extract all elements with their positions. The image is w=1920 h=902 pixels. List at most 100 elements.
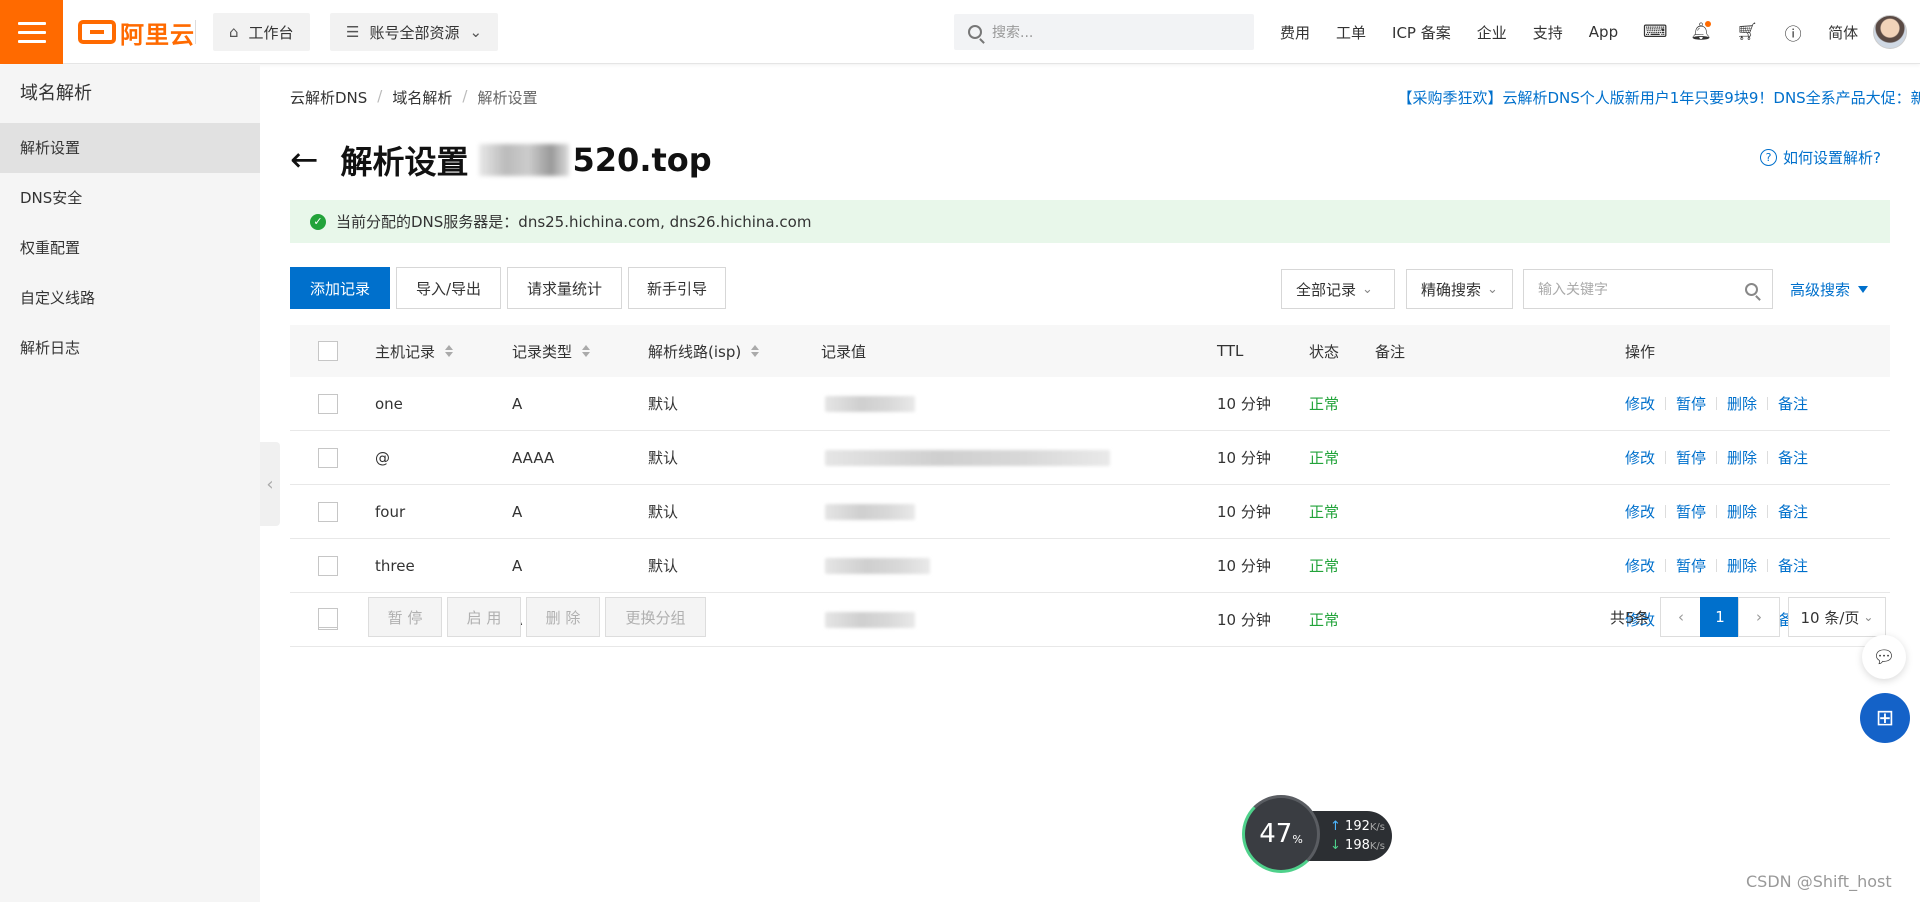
delete-link[interactable]: 删除 <box>1727 501 1757 522</box>
edit-link[interactable]: 修改 <box>1625 555 1655 576</box>
nav-link-tickets[interactable]: 工单 <box>1336 22 1366 43</box>
cell-line: 默认 <box>648 395 679 413</box>
bulk-pause-button[interactable]: 暂 停 <box>368 597 442 637</box>
edit-link[interactable]: 修改 <box>1625 447 1655 468</box>
workbench-button[interactable]: ⌂ 工作台 <box>213 13 310 51</box>
select-all-checkbox[interactable] <box>318 341 338 361</box>
sidebar-collapse-button[interactable]: ‹ <box>260 442 280 526</box>
redacted-value <box>825 395 915 412</box>
back-arrow-icon[interactable]: ← <box>290 143 319 177</box>
nav-link-app[interactable]: App <box>1589 23 1618 41</box>
search-mode-value: 精确搜索 <box>1421 280 1482 299</box>
cell-line: 默认 <box>648 449 679 467</box>
cart-icon[interactable]: 🛒︎ <box>1736 21 1758 43</box>
edit-link[interactable]: 修改 <box>1625 393 1655 414</box>
delete-link[interactable]: 删除 <box>1727 447 1757 468</box>
row-checkbox[interactable] <box>318 393 338 414</box>
breadcrumb-item-cloud-dns[interactable]: 云解析DNS <box>290 87 367 108</box>
nav-link-enterprise[interactable]: 企业 <box>1477 22 1507 43</box>
request-stats-button[interactable]: 请求量统计 <box>507 267 622 309</box>
network-speed-widget[interactable]: 47% ↑ 192K/s ↓ 198K/s <box>1242 795 1392 875</box>
divider <box>1716 397 1718 410</box>
breadcrumb-item-current: 解析设置 <box>477 89 538 107</box>
advanced-search-toggle[interactable]: 高级搜索 <box>1790 279 1869 300</box>
record-filter-select[interactable]: 全部记录 ⌄ <box>1281 269 1395 309</box>
bulk-delete-button[interactable]: 删 除 <box>526 597 600 637</box>
sidebar-item-weight-config[interactable]: 权重配置 <box>0 223 260 273</box>
home-icon: ⌂ <box>229 23 239 41</box>
remark-link[interactable]: 备注 <box>1778 393 1808 414</box>
aliyun-logo[interactable]: 阿里云 <box>78 16 195 49</box>
cell-host: three <box>375 556 415 575</box>
nav-link-icp[interactable]: ICP 备案 <box>1392 22 1451 43</box>
cell-value-redacted <box>825 431 1110 484</box>
chat-bubble-icon: 💬︎ <box>1872 646 1896 668</box>
pagination-page-current[interactable]: 1 <box>1700 597 1740 637</box>
cell-line: 默认 <box>648 503 679 521</box>
search-placeholder: 搜索... <box>992 25 1034 41</box>
resources-dropdown[interactable]: ☰ 账号全部资源 ⌄ <box>330 13 499 51</box>
header-type[interactable]: 记录类型 <box>512 325 591 377</box>
bell-icon[interactable]: 🔔︎ <box>1690 21 1712 43</box>
row-checkbox[interactable] <box>318 447 338 468</box>
hamburger-menu-button[interactable] <box>0 0 63 64</box>
promo-banner-link[interactable]: 【采购季狂欢】云解析DNS个人版新用户1年只要9块9！DNS全系产品大促：新..… <box>1350 87 1920 108</box>
global-search-input[interactable]: 搜索... <box>954 14 1254 50</box>
pagination-total: 共5条 <box>1610 609 1650 627</box>
page-size-select[interactable]: 10 条/页 ⌄ <box>1788 597 1886 637</box>
sidebar-item-custom-lines[interactable]: 自定义线路 <box>0 273 260 323</box>
bulk-enable-button[interactable]: 启 用 <box>447 597 521 637</box>
terminal-icon[interactable]: ⌨ <box>1643 21 1668 43</box>
nav-link-fees[interactable]: 费用 <box>1280 22 1310 43</box>
search-mode-select[interactable]: 精确搜索 ⌄ <box>1406 269 1513 309</box>
delete-link[interactable]: 删除 <box>1727 393 1757 414</box>
sidebar-item-dns-logs[interactable]: 解析日志 <box>0 323 260 373</box>
pause-link[interactable]: 暂停 <box>1676 555 1706 576</box>
remark-link[interactable]: 备注 <box>1778 447 1808 468</box>
chevron-left-icon: ‹ <box>266 473 274 495</box>
resources-label: 账号全部资源 <box>369 23 460 42</box>
pause-link[interactable]: 暂停 <box>1676 393 1706 414</box>
pause-link[interactable]: 暂停 <box>1676 501 1706 522</box>
chevron-left-icon: ‹ <box>1678 608 1684 626</box>
table-footer: 暂 停 启 用 删 除 更换分组 共5条 ‹ 1 › 10 条/页 ⌄ <box>290 595 1890 640</box>
user-avatar[interactable] <box>1873 15 1907 49</box>
cell-status: 正常 <box>1309 449 1340 467</box>
sidebar: 域名解析 解析设置 DNS安全 权重配置 自定义线路 解析日志 <box>0 65 260 902</box>
keyword-search-input[interactable]: 输入关键字 <box>1523 269 1773 309</box>
cell-ops: 修改暂停删除备注 <box>1625 431 1808 484</box>
dns-server-banner: ✓ 当前分配的DNS服务器是：dns25.hichina.com, dns26.… <box>290 200 1890 243</box>
pagination-prev-button[interactable]: ‹ <box>1660 597 1702 637</box>
search-icon[interactable] <box>1745 282 1758 296</box>
help-how-to-link[interactable]: ? 如何设置解析? <box>1760 147 1881 168</box>
import-export-button[interactable]: 导入/导出 <box>396 267 501 309</box>
breadcrumb-item-domain-dns[interactable]: 域名解析 <box>392 87 452 108</box>
divider <box>1665 451 1667 464</box>
apps-float-button[interactable]: ⊞ <box>1860 693 1910 743</box>
sidebar-item-dns-security[interactable]: DNS安全 <box>0 173 260 223</box>
delete-link[interactable]: 删除 <box>1727 555 1757 576</box>
cell-ttl: 10 分钟 <box>1217 395 1271 413</box>
pause-link[interactable]: 暂停 <box>1676 447 1706 468</box>
edit-link[interactable]: 修改 <box>1625 501 1655 522</box>
footer-select-all-checkbox[interactable] <box>318 608 338 628</box>
chat-feedback-button[interactable]: 💬︎ <box>1862 635 1906 679</box>
pagination-next-button[interactable]: › <box>1738 597 1780 637</box>
row-checkbox[interactable] <box>318 501 338 522</box>
header-host[interactable]: 主机记录 <box>375 325 454 377</box>
remark-link[interactable]: 备注 <box>1778 555 1808 576</box>
record-toolbar: 添加记录 导入/导出 请求量统计 新手引导 全部记录 ⌄ 精确搜索 ⌄ 输入关键… <box>290 267 1890 309</box>
remark-link[interactable]: 备注 <box>1778 501 1808 522</box>
nav-link-support[interactable]: 支持 <box>1533 22 1563 43</box>
add-record-button[interactable]: 添加记录 <box>290 267 390 309</box>
language-switch[interactable]: 简体 <box>1828 22 1858 43</box>
sidebar-item-dns-settings[interactable]: 解析设置 <box>0 123 260 173</box>
beginner-guide-button[interactable]: 新手引导 <box>628 267 726 309</box>
help-icon[interactable]: ⓘ <box>1782 21 1804 45</box>
bulk-regroup-button[interactable]: 更换分组 <box>605 597 706 637</box>
record-filter-value: 全部记录 <box>1296 280 1357 299</box>
chevron-down-icon: ⌄ <box>1863 610 1874 624</box>
workbench-label: 工作台 <box>248 23 294 42</box>
row-checkbox[interactable] <box>318 555 338 576</box>
header-line[interactable]: 解析线路(isp) <box>648 325 760 377</box>
